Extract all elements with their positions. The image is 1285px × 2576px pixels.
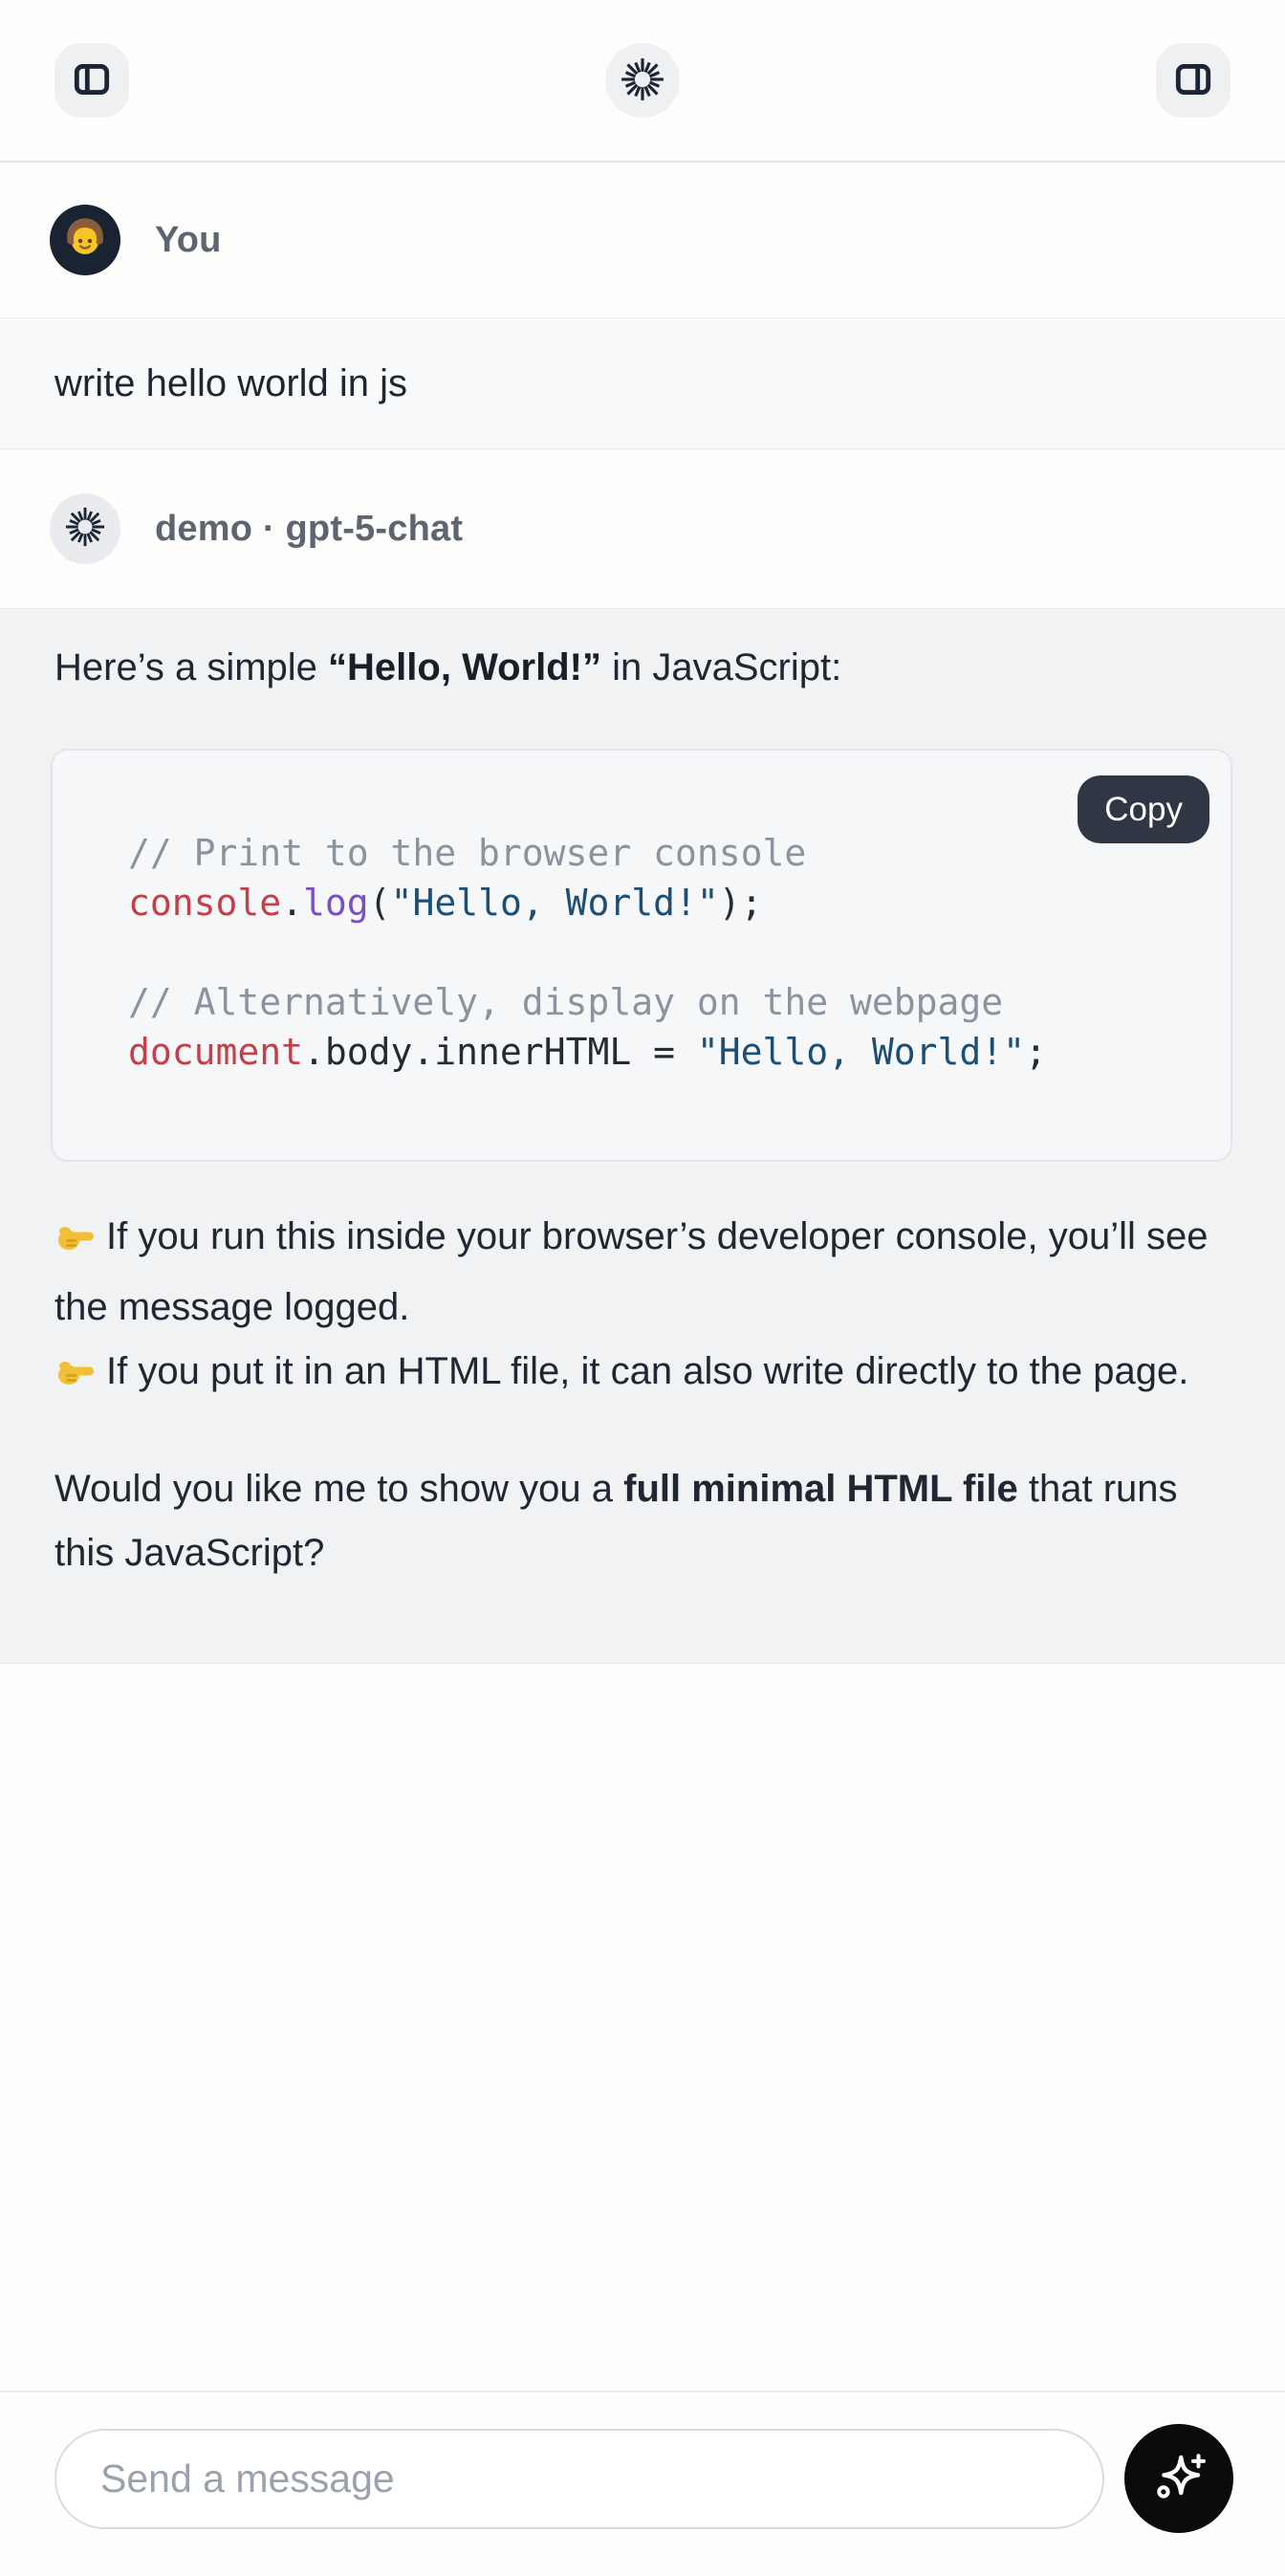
message-input[interactable]: [54, 2429, 1104, 2529]
sparkle-icon: [1149, 2448, 1209, 2510]
assistant-name-label: demo · gpt-5-chat: [155, 509, 463, 550]
pointing-right-hand-icon: 👉: [54, 1212, 97, 1276]
user-message-bubble: write hello world in js: [0, 317, 1285, 449]
assistant-intro-paragraph: Here’s a simple “Hello, World!” in JavaS…: [54, 636, 1231, 699]
copy-code-button[interactable]: Copy: [1078, 775, 1209, 843]
chat-scroll-area[interactable]: [0, 1664, 1285, 2390]
note-paragraph: 👉If you put it in an HTML file, it can a…: [54, 1340, 1231, 1410]
user-avatar-emoji: [60, 213, 110, 268]
code-line: document.body.innerHTML = "Hello, World!…: [128, 1027, 1211, 1077]
composer-bar: [0, 2390, 1285, 2576]
assistant-message-header: demo · gpt-5-chat: [0, 449, 1285, 608]
top-bar: [0, 0, 1285, 163]
send-button[interactable]: [1124, 2424, 1233, 2533]
starburst-icon: [64, 506, 106, 553]
model-spark-button[interactable]: [605, 43, 680, 118]
sidebar-right-toggle-button[interactable]: [1156, 43, 1231, 118]
code-line: // Print to the browser console: [128, 828, 1211, 878]
code-line: [128, 928, 1211, 977]
user-message-header: You: [0, 163, 1285, 317]
assistant-avatar: [50, 493, 120, 564]
pointing-right-hand-icon: 👉: [54, 1346, 97, 1410]
user-message-text: write hello world in js: [54, 362, 407, 405]
note-paragraph: 👉If you run this inside your browser’s d…: [54, 1205, 1231, 1340]
assistant-question-paragraph: Would you like me to show you a full min…: [54, 1457, 1231, 1585]
code-block: Copy // Print to the browser consolecons…: [51, 749, 1232, 1162]
assistant-message-bubble: Here’s a simple “Hello, World!” in JavaS…: [0, 608, 1285, 1664]
sidebar-left-icon: [70, 57, 114, 104]
code-line: // Alternatively, display on the webpage: [128, 977, 1211, 1027]
user-name-label: You: [155, 220, 222, 261]
code-lines: // Print to the browser consoleconsole.l…: [128, 828, 1211, 1077]
sidebar-right-icon: [1171, 57, 1215, 104]
sidebar-left-toggle-button[interactable]: [54, 43, 129, 118]
code-line: console.log("Hello, World!");: [128, 878, 1211, 928]
starburst-icon: [620, 56, 665, 105]
user-avatar: [50, 205, 120, 275]
assistant-notes: 👉If you run this inside your browser’s d…: [54, 1205, 1231, 1410]
